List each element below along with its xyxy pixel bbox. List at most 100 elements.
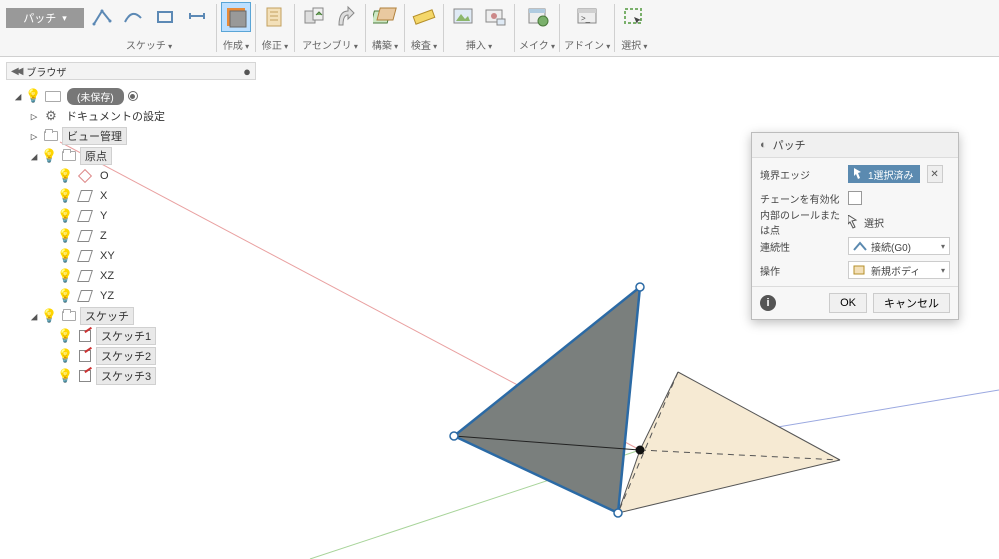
visibility-bulb-icon[interactable]: 💡 xyxy=(57,328,73,344)
active-component-radio-icon[interactable] xyxy=(128,91,138,101)
select-group-label[interactable]: 選択 xyxy=(621,37,647,54)
ribbon-toolbar: パッチ スケッチ 作成 修正 アセンブリ 構築 xyxy=(0,0,999,57)
root-label: (未保存) xyxy=(67,88,124,105)
tree-root-row[interactable]: ◢ 💡 (未保存) xyxy=(12,86,242,106)
sketch-dim-icon[interactable] xyxy=(182,2,212,32)
plane-icon xyxy=(77,249,93,263)
dialog-row-continuity: 連続性 接続(G0) xyxy=(752,234,958,258)
component-icon xyxy=(45,89,61,103)
select-icon[interactable] xyxy=(619,2,649,32)
tree-view-mgmt-row[interactable]: ▷ ビュー管理 xyxy=(12,126,242,146)
node-label: ドキュメントの設定 xyxy=(62,107,169,125)
dialog-title-bar[interactable]: ◐ パッチ xyxy=(752,133,958,158)
visibility-bulb-icon[interactable]: 💡 xyxy=(57,348,73,364)
expand-icon[interactable]: ◢ xyxy=(28,150,40,163)
node-label: XZ xyxy=(96,269,118,283)
tree-origin-row[interactable]: ◢ 💡 原点 xyxy=(12,146,242,166)
folder-icon xyxy=(61,149,77,163)
tree-axis-z-row[interactable]: 💡 Z xyxy=(12,226,242,246)
sketch-icon xyxy=(77,349,93,363)
visibility-bulb-icon[interactable]: 💡 xyxy=(57,188,73,204)
sketch-line-icon[interactable] xyxy=(86,2,116,32)
node-label: X xyxy=(96,189,111,203)
tree-axis-x-row[interactable]: 💡 X xyxy=(12,186,242,206)
browser-panel-header[interactable]: ◀◀ ブラウザ ● xyxy=(6,62,256,80)
assembly-group-label[interactable]: アセンブリ xyxy=(302,37,358,54)
make-icon[interactable] xyxy=(522,2,552,32)
dialog-arrow-icon: ◐ xyxy=(760,139,767,151)
inspect-measure-icon[interactable] xyxy=(409,2,439,32)
addins-group-label[interactable]: アドイン xyxy=(564,37,610,54)
plane-icon xyxy=(77,209,93,223)
tree-sketch1-row[interactable]: 💡 スケッチ1 xyxy=(12,326,242,346)
assembly-joint-icon[interactable] xyxy=(299,2,329,32)
visibility-bulb-icon[interactable]: 💡 xyxy=(57,368,73,384)
modify-group-label[interactable]: 修正 xyxy=(262,37,288,54)
plane-icon xyxy=(77,269,93,283)
visibility-bulb-icon[interactable]: 💡 xyxy=(41,148,57,164)
browser-tree: ◢ 💡 (未保存) ▷ ⚙ ドキュメントの設定 ▷ ビュー管理 ◢ 💡 原点 💡… xyxy=(12,86,242,386)
operation-dropdown[interactable]: 新規ボディ xyxy=(848,261,950,279)
sketch-rect-icon[interactable] xyxy=(150,2,180,32)
create-group-label[interactable]: 作成 xyxy=(223,37,249,54)
insert-decal-icon[interactable] xyxy=(480,2,510,32)
addins-icon[interactable]: >_ xyxy=(572,2,602,32)
edges-selection-badge[interactable]: 1選択済み xyxy=(848,165,920,183)
visibility-bulb-icon[interactable]: 💡 xyxy=(57,288,73,304)
folder-icon xyxy=(43,129,59,143)
plane-icon xyxy=(77,189,93,203)
expand-icon[interactable]: ▷ xyxy=(28,110,40,123)
insert-image-icon[interactable] xyxy=(448,2,478,32)
ok-button[interactable]: OK xyxy=(829,293,867,313)
plane-icon xyxy=(77,289,93,303)
tree-origin-o-row[interactable]: 💡 O xyxy=(12,166,242,186)
node-label: YZ xyxy=(96,289,118,303)
tree-doc-settings-row[interactable]: ▷ ⚙ ドキュメントの設定 xyxy=(12,106,242,126)
tree-plane-yz-row[interactable]: 💡 YZ xyxy=(12,286,242,306)
visibility-bulb-icon[interactable]: 💡 xyxy=(25,88,41,104)
expand-icon[interactable]: ◢ xyxy=(12,90,24,103)
node-label: XY xyxy=(96,249,119,263)
folder-icon xyxy=(61,309,77,323)
rails-picker[interactable]: 選択 xyxy=(848,215,950,230)
plane-icon xyxy=(77,229,93,243)
create-patch-icon[interactable] xyxy=(221,2,251,32)
expand-icon[interactable]: ◢ xyxy=(28,310,40,323)
tree-axis-y-row[interactable]: 💡 Y xyxy=(12,206,242,226)
cancel-button[interactable]: キャンセル xyxy=(873,293,950,313)
browser-collapse-icon[interactable]: ● xyxy=(243,64,251,79)
visibility-bulb-icon[interactable]: 💡 xyxy=(57,168,73,184)
browser-nav-arrows[interactable]: ◀◀ xyxy=(11,66,20,77)
inspect-group-label[interactable]: 検査 xyxy=(411,37,437,54)
expand-icon[interactable]: ▷ xyxy=(28,130,40,143)
make-group-label[interactable]: メイク xyxy=(519,37,555,54)
dialog-info-icon[interactable]: i xyxy=(760,295,776,311)
tree-plane-xy-row[interactable]: 💡 XY xyxy=(12,246,242,266)
operation-value: 新規ボディ xyxy=(871,263,920,278)
sketch-group-label[interactable]: スケッチ xyxy=(126,37,172,54)
rails-label: 内部のレールまたは点 xyxy=(760,207,848,237)
assembly-asbuilt-icon[interactable] xyxy=(331,2,361,32)
visibility-bulb-icon[interactable]: 💡 xyxy=(57,208,73,224)
tree-plane-xz-row[interactable]: 💡 XZ xyxy=(12,266,242,286)
sketch-spline-icon[interactable] xyxy=(118,2,148,32)
visibility-bulb-icon[interactable]: 💡 xyxy=(57,248,73,264)
visibility-bulb-icon[interactable]: 💡 xyxy=(57,268,73,284)
tree-sketch2-row[interactable]: 💡 スケッチ2 xyxy=(12,346,242,366)
continuity-label: 連続性 xyxy=(760,239,848,254)
tree-sketches-row[interactable]: ◢ 💡 スケッチ xyxy=(12,306,242,326)
visibility-bulb-icon[interactable]: 💡 xyxy=(57,228,73,244)
continuity-dropdown[interactable]: 接続(G0) xyxy=(848,237,950,255)
insert-group-label[interactable]: 挿入 xyxy=(466,37,492,54)
visibility-bulb-icon[interactable]: 💡 xyxy=(41,308,57,324)
tree-sketch3-row[interactable]: 💡 スケッチ3 xyxy=(12,366,242,386)
chain-checkbox[interactable] xyxy=(848,191,862,205)
svg-text:>_: >_ xyxy=(581,14,591,23)
construct-group-label[interactable]: 構築 xyxy=(372,37,398,54)
node-label: Z xyxy=(96,229,111,243)
modify-icon[interactable] xyxy=(260,2,290,32)
edges-value: 1選択済み xyxy=(868,167,914,182)
edges-clear-button[interactable]: ✕ xyxy=(927,165,943,183)
construct-plane-icon[interactable] xyxy=(370,2,400,32)
workspace-mode-button[interactable]: パッチ xyxy=(6,8,84,28)
